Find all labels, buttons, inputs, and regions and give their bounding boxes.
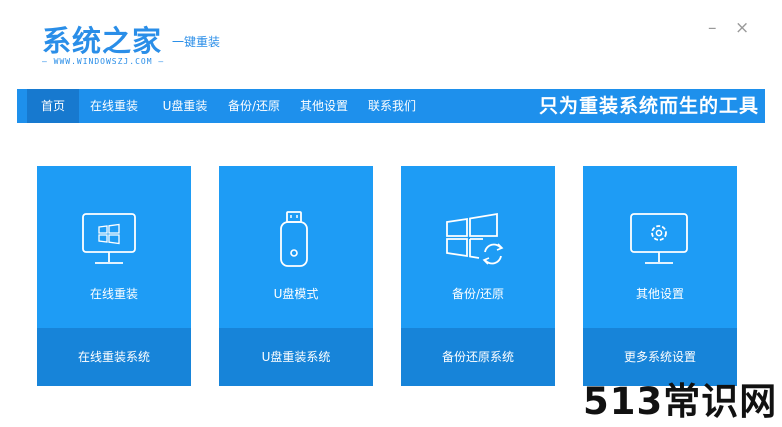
- main-nav: 首页 在线重装 U盘重装 备份/还原 其他设置 联系我们 只为重装系统而生的工具: [17, 89, 765, 123]
- nav-item-online-reinstall[interactable]: 在线重装: [83, 89, 145, 123]
- monitor-gear-icon: [630, 213, 688, 264]
- site-watermark: 513常识网: [583, 380, 778, 423]
- nav-slogan: 只为重装系统而生的工具: [538, 95, 759, 117]
- card-usb-mode[interactable]: U盘模式 U盘重装系统: [219, 166, 373, 386]
- card-label: U盘模式: [273, 287, 319, 301]
- nav-item-contact-us[interactable]: 联系我们: [363, 89, 421, 123]
- minimize-button[interactable]: –: [708, 18, 717, 38]
- close-button[interactable]: ×: [735, 18, 749, 38]
- card-backup-restore[interactable]: 备份/还原 备份还原系统: [401, 166, 555, 386]
- nav-item-backup-restore[interactable]: 备份/还原: [223, 89, 285, 123]
- backup-restore-button[interactable]: 备份还原系统: [401, 328, 555, 386]
- nav-item-home[interactable]: 首页: [27, 89, 79, 123]
- logo-title: 系统之家: [42, 24, 163, 58]
- card-online-reinstall[interactable]: 在线重装 在线重装系统: [37, 166, 191, 386]
- logo-url: — WWW.WINDOWSZJ.COM —: [42, 57, 165, 66]
- windows-restore-icon: [446, 212, 504, 265]
- nav-item-other-settings[interactable]: 其他设置: [295, 89, 353, 123]
- monitor-windows-icon: [82, 213, 136, 264]
- nav-item-usb-reinstall[interactable]: U盘重装: [155, 89, 215, 123]
- card-label: 在线重装: [89, 287, 138, 301]
- card-other-settings[interactable]: 其他设置 更多系统设置: [583, 166, 737, 386]
- logo-tagline: 一键重装: [172, 35, 221, 49]
- usb-reinstall-button[interactable]: U盘重装系统: [219, 328, 373, 386]
- online-reinstall-button[interactable]: 在线重装系统: [37, 328, 191, 386]
- app-logo: 系统之家 一键重装 — WWW.WINDOWSZJ.COM —: [42, 18, 242, 78]
- card-label: 其他设置: [635, 287, 684, 301]
- card-label: 备份/还原: [451, 287, 505, 301]
- usb-drive-icon: [280, 211, 308, 267]
